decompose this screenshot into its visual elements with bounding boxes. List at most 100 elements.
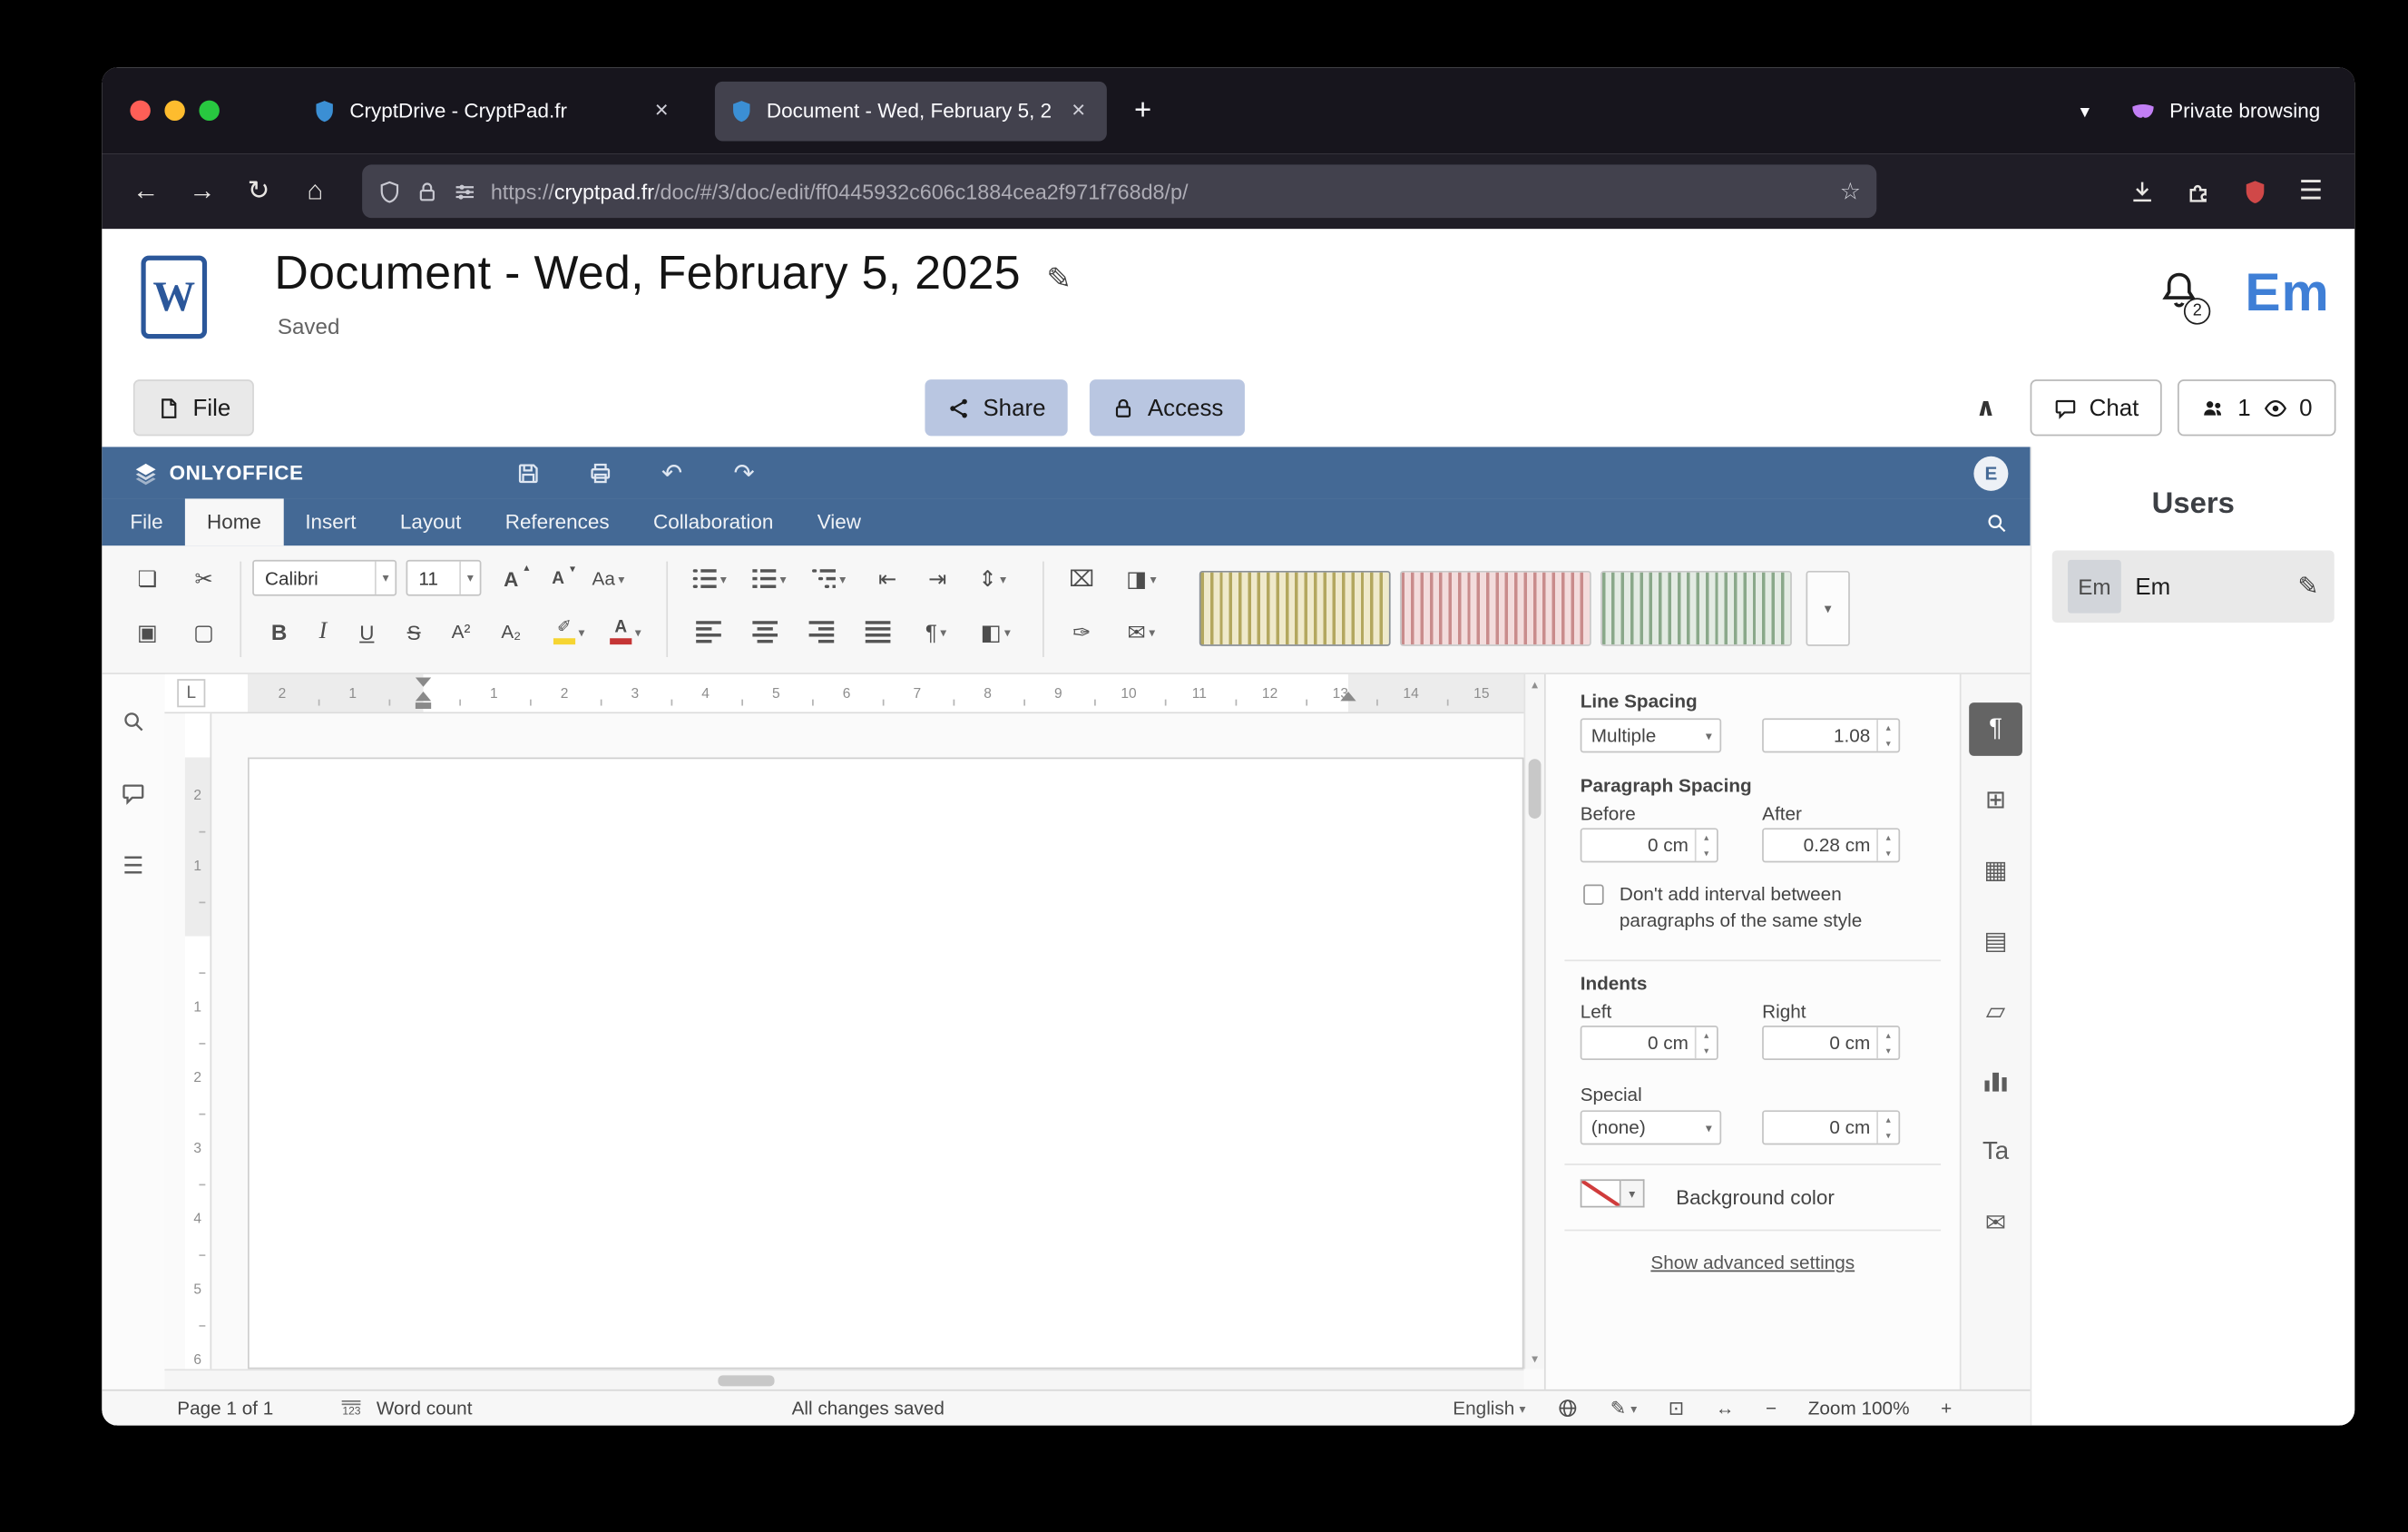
superscript-button[interactable]: A² (441, 612, 482, 653)
italic-button[interactable]: I (302, 612, 343, 653)
home-button[interactable]: ⌂ (290, 168, 340, 215)
subscript-button[interactable]: A₂ (491, 612, 532, 653)
bullet-list-button[interactable]: ▾ (685, 558, 735, 599)
menu-tab-collaboration[interactable]: Collaboration (631, 498, 796, 545)
connection-lock-icon[interactable] (416, 180, 439, 203)
no-interval-checkbox[interactable] (1583, 885, 1603, 905)
print-button[interactable] (576, 454, 623, 491)
edit-user-name-icon[interactable]: ✎ (2297, 571, 2318, 603)
decrease-indent-button[interactable]: ⇤ (867, 558, 908, 599)
share-button[interactable]: Share (925, 379, 1067, 436)
editor-user-avatar[interactable]: E (1973, 456, 2008, 490)
line-spacing-button[interactable]: ⇕▾ (967, 558, 1017, 599)
grow-font-button[interactable]: A▴ (491, 558, 532, 599)
edit-title-icon[interactable]: ✎ (1046, 263, 1072, 296)
indent-left-spinner[interactable]: 0 cm ▴▾ (1581, 1026, 1718, 1060)
vertical-scroll-thumb[interactable] (1529, 759, 1542, 819)
forward-button[interactable]: → (177, 168, 227, 215)
textart-settings-icon[interactable]: Ta (1969, 1126, 2022, 1180)
comments-icon[interactable] (118, 778, 150, 810)
reload-button[interactable]: ↻ (233, 168, 283, 215)
find-icon[interactable] (118, 706, 150, 738)
font-size-select[interactable]: 11▾ (406, 560, 482, 596)
account-avatar[interactable]: Em (2245, 263, 2329, 324)
fit-page-icon[interactable]: ⊡ (1669, 1398, 1684, 1419)
spacing-after-spinner[interactable]: 0.28 cm ▴▾ (1762, 828, 1900, 862)
access-button[interactable]: Access (1090, 379, 1246, 436)
app-menu-icon[interactable]: ☰ (2286, 168, 2335, 215)
notifications-bell[interactable]: 2 (2158, 268, 2205, 321)
special-indent-spinner[interactable]: 0 cm ▴▾ (1762, 1110, 1900, 1144)
document-language-icon[interactable] (1557, 1398, 1579, 1419)
back-button[interactable]: ← (121, 168, 171, 215)
copy-style-button[interactable]: ✑ (1062, 612, 1102, 653)
numbered-list-button[interactable]: ▾ (745, 558, 795, 599)
spacing-before-spinner[interactable]: 0 cm ▴▾ (1581, 828, 1718, 862)
file-button[interactable]: File (133, 379, 254, 436)
background-color-swatch[interactable] (1581, 1179, 1621, 1207)
search-icon[interactable] (1984, 498, 2008, 545)
bold-button[interactable]: B (259, 612, 299, 653)
line-spacing-value-spinner[interactable]: 1.08 ▴▾ (1762, 718, 1900, 752)
zoom-in-button[interactable]: + (1941, 1398, 1952, 1419)
chart-settings-icon[interactable] (1969, 1056, 2022, 1109)
horizontal-scrollbar[interactable] (164, 1369, 1523, 1389)
paragraph-color-button[interactable]: ◨▾ (1115, 558, 1169, 599)
table-settings-icon[interactable]: ⊞ (1969, 773, 2022, 827)
scroll-down-arrow[interactable]: ▾ (1525, 1351, 1544, 1366)
menu-tab-references[interactable]: References (484, 498, 631, 545)
address-bar[interactable]: https://cryptpad.fr/doc/#/3/doc/edit/ff0… (362, 164, 1876, 218)
menu-tab-insert[interactable]: Insert (283, 498, 378, 545)
select-all-button[interactable]: ▢ (183, 612, 224, 653)
style-preview-3[interactable] (1600, 571, 1792, 646)
style-preview-1[interactable] (1199, 571, 1391, 646)
language-selector[interactable]: English▾ (1453, 1398, 1525, 1419)
special-indent-select[interactable]: (none)▾ (1581, 1110, 1722, 1144)
browser-tab-cryptdrive[interactable]: CryptDrive - CryptPad.fr × (298, 81, 690, 141)
undo-button[interactable]: ↶ (649, 454, 696, 491)
font-color-button[interactable]: A ▾ (601, 612, 651, 653)
word-count-button[interactable]: Word count (377, 1398, 473, 1419)
vertical-scrollbar[interactable]: ▴ ▾ (1523, 674, 1543, 1369)
paragraph-settings-icon[interactable]: ¶ (1969, 702, 2022, 756)
ublock-icon[interactable] (2229, 168, 2279, 215)
tab-close-icon[interactable]: × (1064, 97, 1092, 123)
align-justify-button[interactable] (857, 612, 898, 653)
maximize-window-button[interactable] (199, 101, 219, 121)
styles-gallery-expand-button[interactable]: ▾ (1806, 571, 1850, 646)
shrink-font-button[interactable]: A▾ (538, 558, 579, 599)
tab-close-icon[interactable]: × (648, 97, 676, 123)
horizontal-scroll-thumb[interactable] (718, 1374, 774, 1385)
align-right-button[interactable] (801, 612, 842, 653)
increase-indent-button[interactable]: ⇥ (917, 558, 958, 599)
line-spacing-select[interactable]: Multiple▾ (1581, 718, 1722, 752)
document-page[interactable] (248, 758, 1523, 1370)
collapse-toolbar-button[interactable]: ∧ (1957, 379, 2013, 436)
spell-checking-icon[interactable]: ✎▾ (1610, 1398, 1638, 1419)
shading-button[interactable]: ◧▾ (971, 612, 1021, 653)
document-title[interactable]: Document - Wed, February 5, 2025 (274, 248, 1021, 300)
background-color-picker[interactable]: ▾ (1581, 1179, 1645, 1207)
user-list-button[interactable]: 1 0 (2178, 379, 2336, 436)
redo-button[interactable]: ↷ (720, 454, 768, 491)
menu-tab-home[interactable]: Home (185, 498, 283, 545)
multilevel-list-button[interactable]: ▾ (804, 558, 854, 599)
shape-settings-icon[interactable]: ▱ (1969, 985, 2022, 1038)
zoom-out-button[interactable]: − (1766, 1398, 1777, 1419)
scroll-up-arrow[interactable]: ▴ (1525, 677, 1544, 692)
permissions-icon[interactable] (453, 180, 476, 203)
background-color-dropdown[interactable]: ▾ (1621, 1179, 1645, 1207)
close-window-button[interactable] (130, 101, 150, 121)
style-preview-2[interactable] (1400, 571, 1591, 646)
underline-button[interactable]: U (347, 612, 387, 653)
save-button[interactable] (504, 454, 552, 491)
align-center-button[interactable] (745, 612, 786, 653)
left-indent-marker[interactable] (416, 683, 431, 701)
navigation-outline-icon[interactable]: ☰ (118, 850, 150, 882)
cut-button[interactable]: ✂ (183, 558, 224, 599)
clear-style-button[interactable]: ⌧ (1062, 558, 1102, 599)
copy-button[interactable]: ❏ (127, 558, 168, 599)
new-tab-button[interactable]: + (1120, 87, 1167, 134)
advanced-settings-link[interactable]: Show advanced settings (1546, 1252, 1960, 1273)
extensions-icon[interactable] (2173, 168, 2223, 215)
